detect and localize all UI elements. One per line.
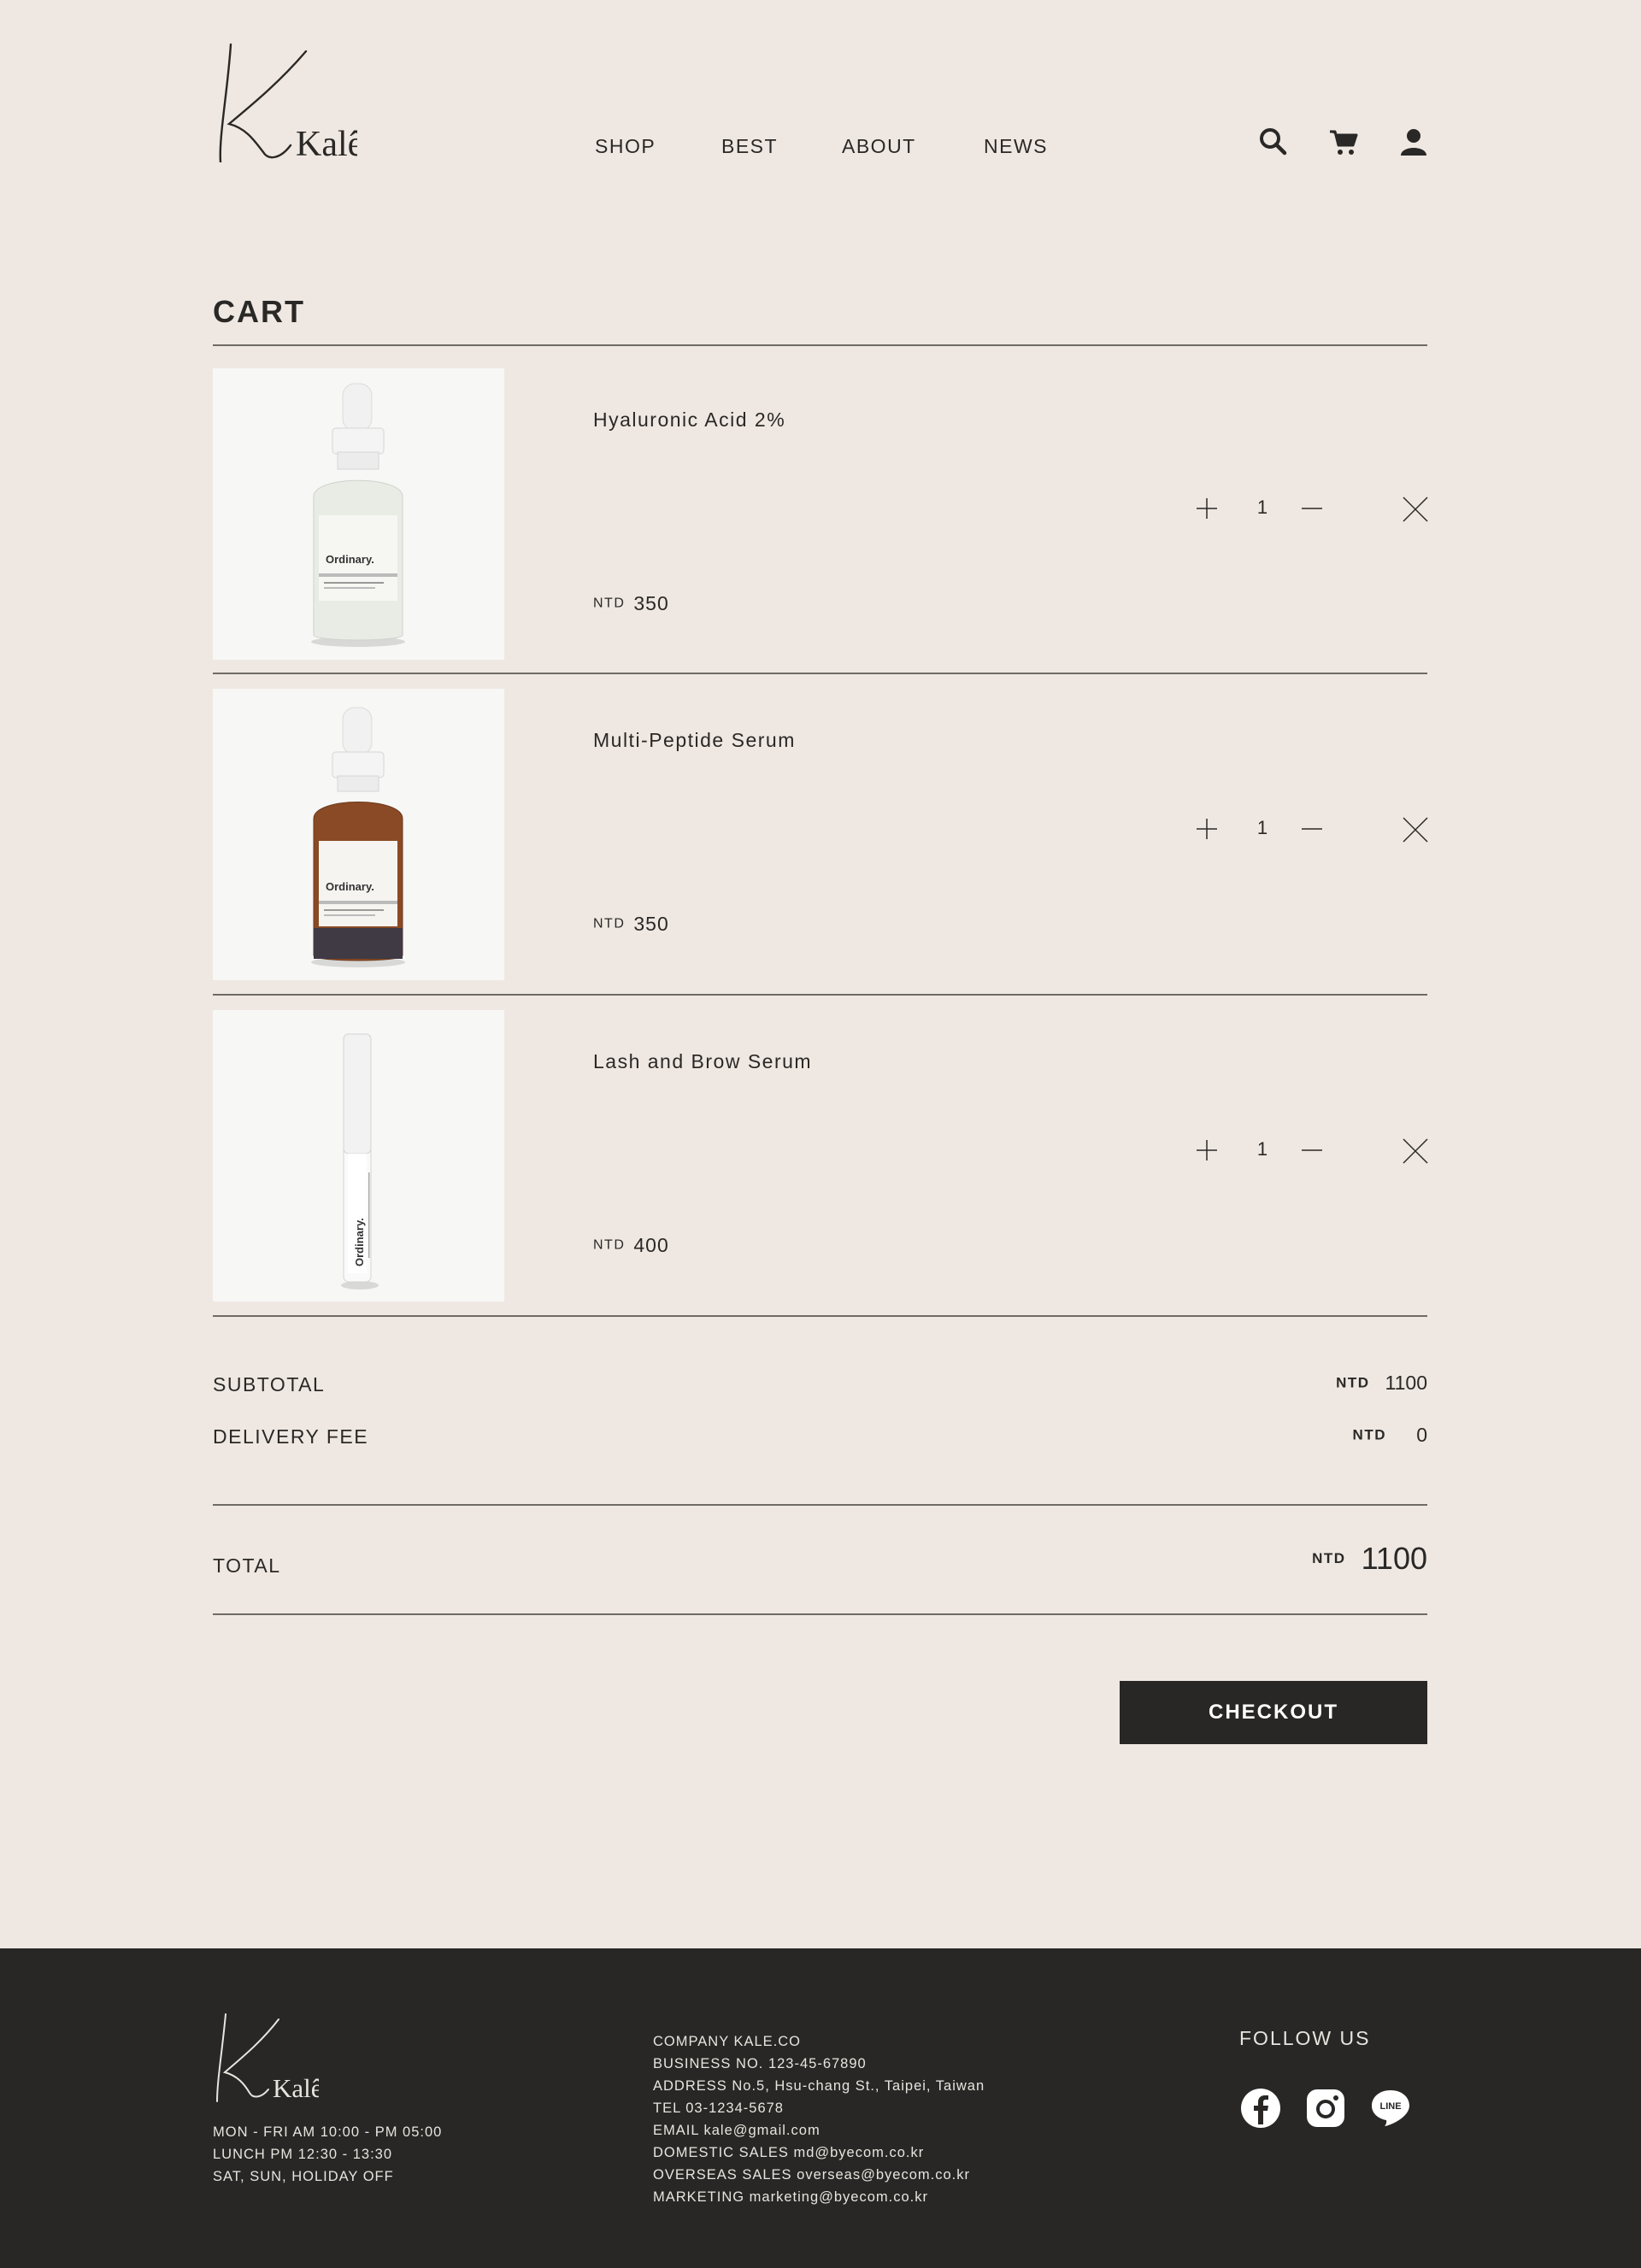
currency-label: NTD (1312, 1550, 1346, 1566)
close-icon[interactable] (1403, 817, 1428, 843)
plus-icon[interactable] (1196, 1139, 1218, 1161)
footer-logo[interactable]: Kalê (212, 2012, 323, 2103)
cart-item: Ordinary. Lash and Brow Serum NTD 400 1 (213, 1010, 1428, 1301)
cart-item: Ordinary. Hyaluronic Acid 2% NTD 350 1 (213, 368, 1428, 660)
divider (213, 673, 1427, 674)
quantity-value: 1 (1256, 496, 1268, 518)
address: ADDRESS No.5, Hsu-chang St., Taipei, Tai… (653, 2078, 985, 2094)
hours-line: LUNCH PM 12:30 - 13:30 (213, 2147, 393, 2162)
company-info: COMPANY KALE.CO BUSINESS NO. 123-45-6789… (653, 2030, 985, 2208)
currency-label: NTD (1352, 1426, 1386, 1443)
close-icon[interactable] (1403, 496, 1428, 522)
delivery-fee-value: 0 (1416, 1424, 1427, 1446)
price-value: 350 (633, 592, 669, 614)
telephone: TEL 03-1234-5678 (653, 2101, 784, 2116)
product-image[interactable]: Ordinary. (213, 689, 504, 980)
total-label: TOTAL (213, 1554, 281, 1577)
checkout-button[interactable]: CHECKOUT (1120, 1681, 1427, 1744)
nav-about[interactable]: ABOUT (842, 135, 916, 158)
footer-logo-text: Kalê (273, 2073, 319, 2102)
instagram-icon[interactable] (1304, 2087, 1347, 2130)
cart-icon[interactable] (1328, 126, 1359, 157)
divider (213, 1315, 1427, 1317)
hours-line: SAT, SUN, HOLIDAY OFF (213, 2169, 394, 2184)
cart-page: Kalê SHOP BEST ABOUT NEWS CART Ordinary.… (0, 0, 1641, 2268)
business-hours: MON - FRI AM 10:00 - PM 05:00 LUNCH PM 1… (213, 2121, 442, 2188)
marketing-link[interactable]: MARKETING marketing@byecom.co.kr (653, 2186, 985, 2208)
business-number: BUSINESS NO. 123-45-67890 (653, 2056, 867, 2071)
product-price: NTD 350 (593, 913, 669, 936)
total-value: 1100 (1361, 1541, 1427, 1576)
total-amount: NTD 1100 (1312, 1541, 1427, 1577)
follow-us-label: FOLLOW US (1239, 2027, 1371, 2049)
product-price: NTD 400 (593, 1234, 669, 1257)
minus-icon[interactable] (1301, 497, 1323, 520)
svg-text:Ordinary.: Ordinary. (326, 880, 374, 893)
subtotal-value: 1100 (1385, 1372, 1427, 1394)
header-icons (1258, 126, 1429, 161)
minus-icon[interactable] (1301, 818, 1323, 840)
product-image[interactable]: Ordinary. (213, 368, 504, 660)
divider (213, 994, 1427, 996)
subtotal-amount: NTD 1100 (1336, 1372, 1427, 1395)
currency-label: NTD (593, 1237, 626, 1253)
currency-label: NTD (1336, 1374, 1370, 1391)
currency-label: NTD (593, 596, 626, 611)
overseas-sales-link[interactable]: OVERSEAS SALES overseas@byecom.co.kr (653, 2164, 985, 2186)
email-link[interactable]: EMAIL kale@gmail.com (653, 2119, 985, 2142)
account-icon[interactable] (1398, 126, 1429, 157)
delivery-fee-amount: NTD 0 (1353, 1424, 1427, 1447)
facebook-icon[interactable] (1239, 2087, 1282, 2130)
divider (213, 1504, 1427, 1506)
product-name[interactable]: Hyaluronic Acid 2% (593, 408, 785, 432)
subtotal-label: SUBTOTAL (213, 1373, 326, 1395)
plus-icon[interactable] (1196, 818, 1218, 840)
quantity-stepper: 1 (1196, 1136, 1324, 1163)
quantity-value: 1 (1256, 1138, 1268, 1160)
product-image[interactable]: Ordinary. (213, 1010, 504, 1301)
footer: Kalê MON - FRI AM 10:00 - PM 05:00 LUNCH… (0, 1948, 1641, 2268)
svg-text:LINE: LINE (1379, 2101, 1401, 2112)
plus-icon[interactable] (1196, 497, 1218, 520)
svg-text:Ordinary.: Ordinary. (326, 553, 374, 566)
nav-news[interactable]: NEWS (984, 135, 1048, 158)
divider (213, 1613, 1427, 1615)
nav-best[interactable]: BEST (721, 135, 778, 158)
product-name[interactable]: Multi-Peptide Serum (593, 729, 796, 752)
product-price: NTD 350 (593, 592, 669, 615)
price-value: 400 (633, 1234, 669, 1256)
company-name: COMPANY KALE.CO (653, 2034, 802, 2049)
product-name[interactable]: Lash and Brow Serum (593, 1050, 812, 1073)
currency-label: NTD (593, 916, 626, 931)
svg-text:Ordinary.: Ordinary. (353, 1218, 366, 1266)
domestic-sales-link[interactable]: DOMESTIC SALES md@byecom.co.kr (653, 2142, 985, 2164)
quantity-stepper: 1 (1196, 814, 1324, 842)
cart-item: Ordinary. Multi-Peptide Serum NTD 350 1 (213, 689, 1428, 980)
price-value: 350 (633, 913, 669, 935)
quantity-value: 1 (1256, 817, 1268, 838)
search-icon[interactable] (1258, 126, 1289, 157)
nav-shop[interactable]: SHOP (595, 135, 656, 158)
quantity-stepper: 1 (1196, 494, 1324, 521)
divider (213, 344, 1427, 346)
close-icon[interactable] (1403, 1138, 1428, 1164)
delivery-fee-label: DELIVERY FEE (213, 1425, 369, 1448)
hours-line: MON - FRI AM 10:00 - PM 05:00 (213, 2124, 443, 2140)
line-icon[interactable]: LINE (1369, 2087, 1412, 2130)
page-title: CART (213, 294, 305, 329)
minus-icon[interactable] (1301, 1139, 1323, 1161)
